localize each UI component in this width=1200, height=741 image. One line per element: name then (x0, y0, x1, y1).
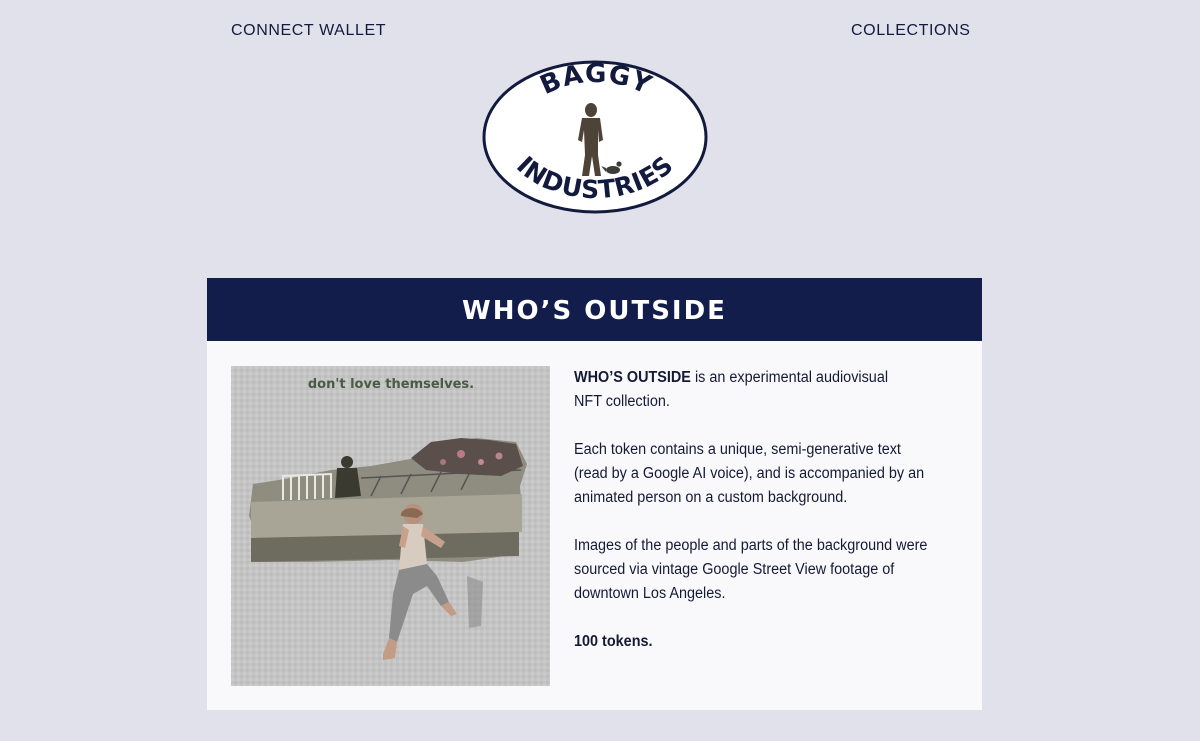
collection-title: WHO’S OUTSIDE (462, 295, 727, 326)
description-paragraph-2: Each token contains a unique, semi-gener… (574, 441, 925, 506)
description-intro-line2: NFT collection. (574, 393, 670, 410)
collection-header: WHO’S OUTSIDE (207, 278, 982, 341)
token-count: 100 tokens. (574, 630, 937, 654)
description-intro: is an experimental audiovisual (690, 369, 889, 386)
description-paragraph-3: Images of the people and parts of the ba… (574, 537, 928, 602)
artwork-image: don't love themselves. (231, 366, 550, 686)
description-paragraph-1: WHO’S OUTSIDE is an experimental audiovi… (574, 366, 937, 414)
collection-artwork[interactable]: don't love themselves. (231, 366, 550, 686)
collection-description: WHO’S OUTSIDE is an experimental audiovi… (574, 366, 937, 678)
collections-link[interactable]: COLLECTIONS (851, 22, 971, 40)
connect-wallet-link[interactable]: CONNECT WALLET (231, 22, 386, 40)
baggy-industries-logo[interactable]: BAGGY INDUSTRIES (482, 60, 708, 215)
token-count-label: 100 tokens. (574, 633, 653, 650)
description-lead: WHO’S OUTSIDE (574, 369, 691, 386)
artwork-caption: don't love themselves. (308, 377, 474, 392)
collection-card: WHO’S OUTSIDE don't love themselves. WHO… (207, 278, 982, 710)
logo-graphic: BAGGY INDUSTRIES (482, 60, 708, 214)
